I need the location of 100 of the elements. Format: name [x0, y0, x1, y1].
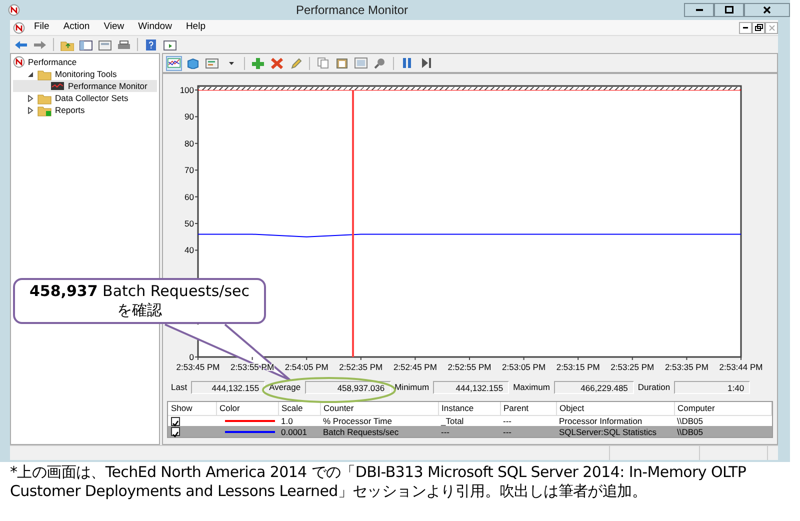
cube-button[interactable]	[185, 56, 201, 70]
table-cell: ---	[438, 426, 500, 438]
app-logo-icon	[13, 56, 25, 68]
stat-label: Maximum	[513, 380, 550, 394]
pencil-button[interactable]	[288, 56, 304, 70]
help-button[interactable]	[143, 37, 159, 52]
column-header[interactable]: Computer	[674, 402, 772, 416]
x-tick-label: 2:52:35 PM	[339, 362, 383, 372]
legend-row[interactable]: 0.0001 Batch Requests/sec --- --- SQLServer:SQL Statistics \\DB05	[168, 426, 772, 438]
properties-icon	[354, 57, 368, 69]
folder-up-icon	[60, 38, 74, 50]
expand-icon[interactable]	[27, 70, 34, 78]
table-cell: % Processor Time	[320, 415, 438, 426]
report-button[interactable]	[204, 56, 220, 70]
close-icon	[763, 6, 771, 14]
column-header[interactable]: Object	[556, 402, 674, 416]
menu-item[interactable]: View	[96, 20, 132, 35]
report-icon	[205, 57, 219, 69]
table-cell: \\DB05	[674, 426, 772, 438]
x-tick-label: 2:54:05 PM	[284, 362, 328, 372]
print-icon	[117, 38, 131, 50]
back-icon	[14, 38, 28, 50]
stat-value: 444,132.155	[433, 380, 510, 394]
checkbox[interactable]	[171, 427, 180, 436]
tree-item[interactable]: Reports	[13, 104, 157, 116]
stat-label: Minimum	[394, 380, 430, 394]
minimize-button[interactable]	[739, 22, 752, 34]
y-tick-label: 70	[184, 165, 194, 176]
menu-item[interactable]: File	[27, 20, 56, 35]
x-tick-label: 2:53:44 PM	[719, 362, 763, 372]
y-tick-label: 40	[184, 245, 194, 256]
close-button[interactable]	[744, 3, 790, 17]
menu-item[interactable]: Window	[131, 20, 179, 35]
tree-item[interactable]: Data Collector Sets	[13, 92, 157, 104]
table-cell: 1.0	[278, 415, 320, 426]
x-tick-label: 2:52:55 PM	[448, 362, 492, 372]
x-tick-label: 2:53:35 PM	[664, 362, 708, 372]
restore-icon	[754, 24, 762, 31]
column-header[interactable]: Scale	[278, 402, 320, 416]
stat-label: Duration	[638, 380, 670, 394]
tree-item[interactable]: Performance	[13, 56, 157, 68]
forward-icon	[33, 38, 47, 50]
cube-icon	[186, 57, 200, 69]
stat-value: 458,937.036	[304, 380, 391, 394]
tree-item[interactable]: Performance Monitor	[13, 80, 157, 92]
table-cell: _Total	[438, 415, 500, 426]
folder-icon	[37, 104, 52, 116]
x-tick-label: 2:53:15 PM	[556, 362, 600, 372]
table-cell: \\DB05	[674, 415, 772, 426]
step-icon	[420, 57, 432, 69]
caption-text: *上の画面は、TechEd North America 2014 での「DBI-B313 Microsoft SQL Server 2014: In-Memory OLTP Customer Deployments and Lessons Learned」セッションより引用。吹出しは筆者が追加。	[9, 462, 748, 501]
help-icon	[145, 38, 157, 50]
stat-label: Last	[171, 380, 188, 394]
graph-view-icon	[167, 57, 181, 69]
stat-label: Average	[269, 380, 301, 394]
app-logo-icon	[8, 4, 20, 16]
properties-button[interactable]	[353, 56, 369, 70]
properties-icon	[98, 38, 112, 50]
stat-value: 444,132.155	[191, 380, 266, 394]
checkbox[interactable]	[171, 416, 180, 426]
paste-icon	[335, 57, 349, 69]
column-header[interactable]: Counter	[320, 402, 438, 416]
tree-item[interactable]: Monitoring Tools	[13, 68, 157, 80]
add-button[interactable]	[250, 56, 266, 70]
x-tick-label: 2:53:05 PM	[502, 362, 546, 372]
stat-value: 1:40	[674, 380, 750, 394]
column-header[interactable]: Show	[168, 402, 216, 416]
delete-button[interactable]	[269, 56, 285, 70]
paste-button[interactable]	[334, 56, 350, 70]
x-tick-label: 2:53:45 PM	[176, 362, 220, 372]
zoom-icon	[373, 57, 387, 69]
y-tick-label: 50	[184, 218, 194, 228]
callout-text: 458,937 Batch Requests/sec	[28, 282, 251, 301]
maximize-icon	[724, 6, 734, 14]
add-icon	[251, 57, 265, 69]
y-tick-label: 100	[180, 85, 194, 95]
x-tick-label: 2:53:25 PM	[610, 362, 654, 372]
close-icon	[768, 24, 774, 30]
show-pane-icon	[163, 38, 177, 50]
copy-button[interactable]	[315, 56, 331, 70]
y-tick-label: 0	[189, 352, 194, 362]
stat-value: 466,229.485	[554, 380, 634, 394]
table-cell: SQLServer:SQL Statistics	[556, 426, 674, 438]
minimize-button[interactable]	[684, 3, 714, 17]
legend-row[interactable]: 1.0 % Processor Time _Total --- Processor Information \\DB05	[168, 415, 772, 426]
delete-icon	[270, 57, 284, 69]
window-title: Performance Monitor	[294, 2, 410, 19]
menu-item[interactable]: Help	[178, 20, 212, 35]
restore-button[interactable]	[752, 22, 765, 34]
column-header[interactable]: Parent	[500, 402, 556, 416]
expand-icon[interactable]	[27, 106, 34, 114]
column-header[interactable]: Color	[216, 402, 278, 416]
minimize-icon	[743, 26, 748, 28]
menu-item[interactable]: Action	[56, 20, 97, 35]
maximize-button[interactable]	[714, 3, 744, 17]
pause-icon	[401, 57, 413, 69]
column-header[interactable]: Instance	[438, 402, 500, 416]
graph-view-button[interactable]	[166, 56, 182, 70]
copy-icon	[316, 57, 330, 69]
expand-icon[interactable]	[27, 94, 34, 102]
